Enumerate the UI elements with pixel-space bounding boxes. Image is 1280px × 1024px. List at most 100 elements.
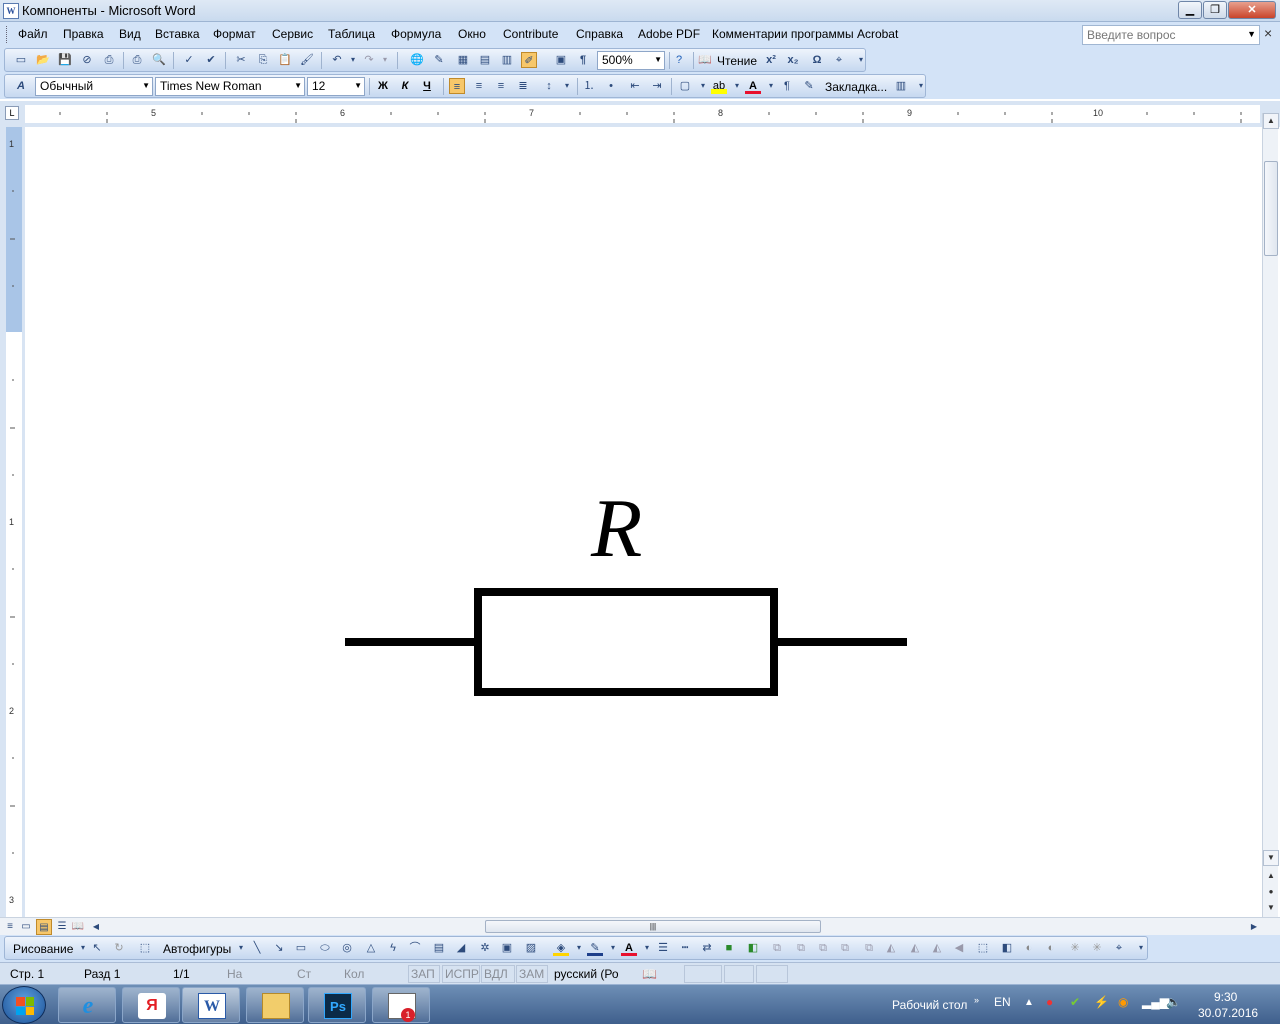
- regroup-icon[interactable]: ⧉: [815, 940, 831, 956]
- print-preview-icon[interactable]: ⎙: [129, 52, 145, 68]
- desktop-toolbar-label[interactable]: Рабочий стол: [892, 998, 967, 1012]
- increase-indent-icon[interactable]: ⇥: [649, 78, 665, 94]
- scroll-up-icon[interactable]: ▲: [1263, 113, 1279, 129]
- undo-dropdown-icon[interactable]: ▾: [345, 52, 361, 68]
- arrow-style-icon[interactable]: ⇄: [699, 940, 715, 956]
- clock-time[interactable]: 9:30: [1214, 990, 1237, 1004]
- font-color-dropdown-icon[interactable]: ▾: [763, 78, 779, 94]
- document-canvas[interactable]: R: [25, 127, 1260, 917]
- triangle-tool-icon[interactable]: △: [363, 940, 379, 956]
- styles-formatting-icon[interactable]: ¶: [779, 78, 795, 94]
- subscript-icon[interactable]: x₂: [785, 52, 801, 68]
- save-icon[interactable]: 💾: [57, 52, 73, 68]
- numbering-icon[interactable]: ⒈: [581, 78, 597, 94]
- borders-dropdown-icon[interactable]: ▾: [695, 78, 711, 94]
- style-combo[interactable]: Обычный ▼: [35, 77, 153, 96]
- print-layout-icon[interactable]: ▤: [36, 919, 52, 935]
- arrow-tool-icon[interactable]: ↘: [271, 940, 287, 956]
- status-ovr[interactable]: ЗАМ: [519, 967, 544, 981]
- read-mode-icon[interactable]: 📖: [697, 52, 713, 68]
- taskbar-microsoft-word[interactable]: W: [182, 987, 240, 1023]
- tray-security-icon[interactable]: ✔: [1070, 995, 1080, 1009]
- copy-icon[interactable]: ⎘: [255, 52, 271, 68]
- show-hidden-icons-icon[interactable]: ▲: [1024, 997, 1034, 1008]
- send-backward-icon[interactable]: ⧉: [861, 940, 877, 956]
- cut-icon[interactable]: ✂: [233, 52, 249, 68]
- tables-borders-icon[interactable]: ✎: [431, 52, 447, 68]
- align-left-icon[interactable]: ≡: [449, 78, 465, 94]
- normal-view-icon[interactable]: ≡: [2, 919, 18, 935]
- format-object-icon[interactable]: ◧: [999, 940, 1015, 956]
- bold-button[interactable]: Ж: [375, 78, 391, 94]
- next-page-icon[interactable]: ▼: [1263, 901, 1279, 917]
- language-indicator[interactable]: EN: [994, 995, 1011, 1009]
- rotate-icon[interactable]: ↻: [111, 940, 127, 956]
- font-combo[interactable]: Times New Roman ▼: [155, 77, 305, 96]
- taskbar-internet-explorer[interactable]: e: [58, 987, 116, 1023]
- open-icon[interactable]: 📂: [35, 52, 51, 68]
- fill-color-icon[interactable]: ◈: [553, 940, 569, 956]
- insert-table-icon[interactable]: ▦: [455, 52, 471, 68]
- insert-field-icon[interactable]: ⌖: [831, 52, 847, 68]
- close-button[interactable]: ✕: [1228, 1, 1276, 19]
- vertical-scroll-thumb[interactable]: [1264, 161, 1278, 256]
- formatting-options-icon[interactable]: ▾: [913, 78, 929, 94]
- superscript-icon[interactable]: x²: [763, 52, 779, 68]
- hyperlink-icon[interactable]: 🌐: [409, 52, 425, 68]
- taskbar-photoshop[interactable]: Ps: [308, 987, 366, 1023]
- format-painter-icon[interactable]: 🖌: [299, 52, 315, 68]
- menu-tools[interactable]: Сервис: [272, 27, 313, 41]
- oval-tool-icon[interactable]: ⬭: [317, 940, 333, 956]
- italic-button[interactable]: К: [397, 78, 413, 94]
- minimize-button[interactable]: ▁: [1178, 1, 1202, 19]
- status-pages[interactable]: 1/1: [173, 967, 190, 981]
- font-dropdown-icon[interactable]: ▼: [294, 81, 302, 90]
- draw-font-color-dropdown-icon[interactable]: ▾: [639, 940, 655, 956]
- spelling-status-icon[interactable]: 📖: [642, 967, 657, 981]
- status-trk[interactable]: ИСПР: [445, 967, 479, 981]
- tray-alert-icon[interactable]: ●: [1046, 995, 1053, 1009]
- edit-points-icon[interactable]: ⬚: [975, 940, 991, 956]
- ungroup-icon[interactable]: ⧉: [793, 940, 809, 956]
- align-right-icon[interactable]: ≡: [493, 78, 509, 94]
- arc-tool-icon[interactable]: ⌒: [407, 940, 423, 956]
- status-ext[interactable]: ВДЛ: [484, 967, 508, 981]
- taskbar-file-explorer[interactable]: [246, 987, 304, 1023]
- menu-edit[interactable]: Правка: [63, 27, 104, 41]
- fill-color-dropdown-icon[interactable]: ▾: [571, 940, 587, 956]
- menu-format[interactable]: Формат: [213, 27, 256, 41]
- dash-style-icon[interactable]: ┅: [677, 940, 693, 956]
- font-size-combo[interactable]: 12 ▼: [307, 77, 365, 96]
- menu-help[interactable]: Справка: [576, 27, 623, 41]
- paste-icon[interactable]: 📋: [277, 52, 293, 68]
- taskbar-document-viewer[interactable]: 1: [372, 987, 430, 1023]
- taskbar-yandex-browser[interactable]: Я: [122, 987, 180, 1023]
- 3d-on-off-icon[interactable]: ◐: [1043, 940, 1059, 956]
- desktop-chevron-icon[interactable]: »: [974, 995, 979, 1005]
- status-language[interactable]: русский (Ро: [554, 967, 619, 981]
- menu-acrobat-comments[interactable]: Комментарии программы Acrobat: [712, 27, 898, 41]
- align-center-icon[interactable]: ≡: [471, 78, 487, 94]
- styles-pane-icon[interactable]: A: [13, 78, 29, 94]
- nudge-icon[interactable]: ✳: [1067, 940, 1083, 956]
- style-dropdown-icon[interactable]: ▼: [142, 81, 150, 90]
- menu-adobe-pdf[interactable]: Adobe PDF: [638, 27, 700, 41]
- select-browse-object-icon[interactable]: ●: [1263, 885, 1279, 901]
- menu-contribute[interactable]: Contribute: [503, 27, 558, 41]
- line-style-icon[interactable]: ☰: [655, 940, 671, 956]
- select-objects-icon[interactable]: ↖: [89, 940, 105, 956]
- redo-dropdown-icon[interactable]: ▾: [377, 52, 393, 68]
- autoshapes-dropdown-icon[interactable]: ▾: [233, 940, 249, 956]
- highlight-dropdown-icon[interactable]: ▾: [729, 78, 745, 94]
- textbox-tool-icon[interactable]: ▤: [431, 940, 447, 956]
- vertical-scrollbar[interactable]: ▲ ▼ ▲ ● ▼: [1262, 113, 1279, 919]
- line-spacing-icon[interactable]: ↕: [541, 78, 557, 94]
- menu-table[interactable]: Таблица: [328, 27, 375, 41]
- show-formatting-icon[interactable]: ¶: [575, 52, 591, 68]
- highlight-icon[interactable]: ab: [711, 78, 727, 94]
- menu-insert[interactable]: Вставка: [155, 27, 200, 41]
- status-section[interactable]: Разд 1: [84, 967, 120, 981]
- network-signal-icon[interactable]: ▂▄▆: [1142, 995, 1169, 1009]
- tray-network-share-icon[interactable]: ⚡: [1094, 995, 1109, 1009]
- insert-excel-icon[interactable]: ▤: [477, 52, 493, 68]
